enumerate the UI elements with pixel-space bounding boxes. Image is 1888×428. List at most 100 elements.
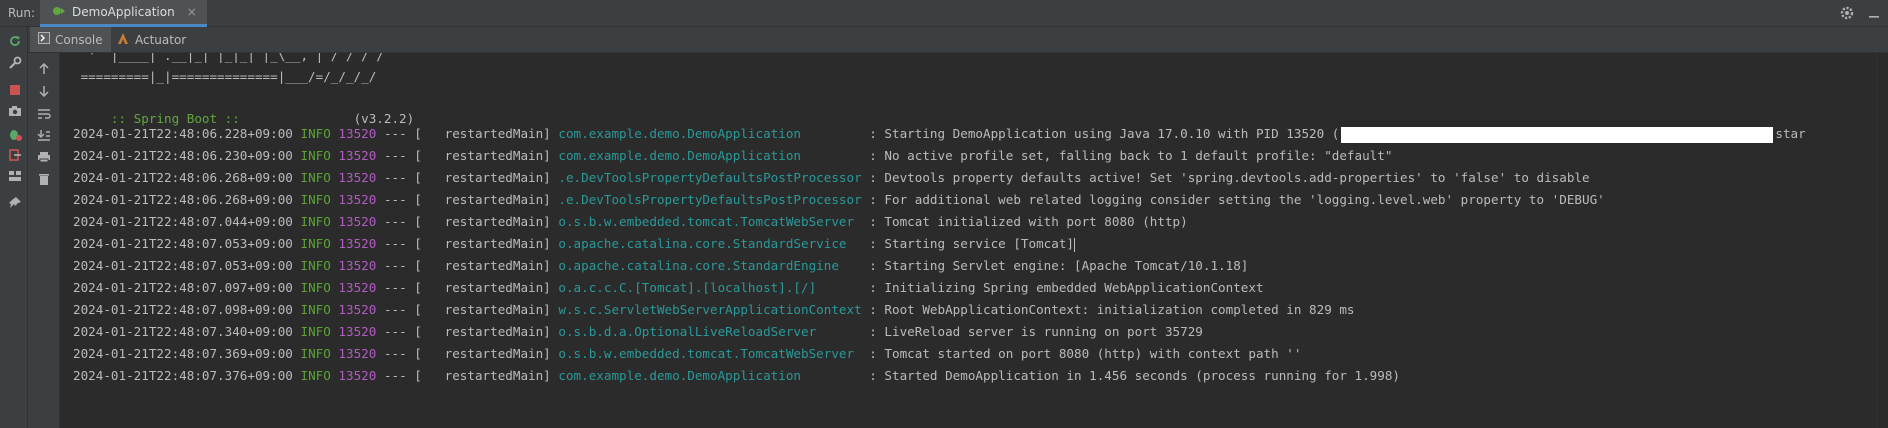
log-thread: restartedMain] <box>429 236 551 251</box>
run-toolwindow-header: Run: DemoApplication × <box>0 0 1888 27</box>
log-logger: com.example.demo.DemoApplication <box>558 368 862 383</box>
banner-line: ' |____| .__|_| |_|_| |_\__, | / / / / <box>73 53 384 63</box>
tab-console[interactable]: Console <box>30 27 111 52</box>
log-message: : Started DemoApplication in 1.456 secon… <box>869 368 1401 383</box>
log-message: : Devtools property defaults active! Set… <box>869 170 1590 185</box>
log-timestamp: 2024-01-21T22:48:06.228+09:00 <box>73 126 293 141</box>
log-message: : Root WebApplicationContext: initializa… <box>869 302 1355 317</box>
log-thread: restartedMain] <box>429 170 551 185</box>
log-message: : Starting service [Tomcat] <box>869 236 1074 251</box>
exit-icon[interactable] <box>7 147 23 163</box>
log-thread: restartedMain] <box>429 280 551 295</box>
log-separator: --- [ <box>383 192 422 207</box>
log-pid: 13520 <box>338 368 377 383</box>
log-line: 2024-01-21T22:48:06.268+09:00 INFO 13520… <box>73 167 1590 189</box>
log-logger: w.s.c.ServletWebServerApplicationContext <box>558 302 862 317</box>
log-logger: com.example.demo.DemoApplication <box>558 148 862 163</box>
console-output[interactable]: ' |____| .__|_| |_|_| |_\__, | / / / / =… <box>60 53 1886 428</box>
log-separator: --- [ <box>383 280 422 295</box>
scroll-to-end-icon[interactable] <box>36 127 52 143</box>
run-tab-demoapplication[interactable]: DemoApplication × <box>40 0 207 27</box>
log-logger: o.apache.catalina.core.StandardEngine <box>558 258 862 273</box>
log-level: INFO <box>300 236 331 251</box>
log-pid: 13520 <box>338 346 377 361</box>
log-thread: restartedMain] <box>429 258 551 273</box>
log-pid: 13520 <box>338 192 377 207</box>
log-level: INFO <box>300 170 331 185</box>
pin-icon[interactable] <box>7 195 23 211</box>
log-logger: com.example.demo.DemoApplication <box>558 126 862 141</box>
layout-icon[interactable] <box>7 168 23 184</box>
log-logger: o.s.b.d.a.OptionalLiveReloadServer <box>558 324 862 339</box>
log-pid: 13520 <box>338 280 377 295</box>
log-level: INFO <box>300 346 331 361</box>
log-thread: restartedMain] <box>429 148 551 163</box>
log-logger: o.a.c.c.C.[Tomcat].[localhost].[/] <box>558 280 862 295</box>
log-pid: 13520 <box>338 258 377 273</box>
log-timestamp: 2024-01-21T22:48:07.098+09:00 <box>73 302 293 317</box>
log-timestamp: 2024-01-21T22:48:07.053+09:00 <box>73 258 293 273</box>
log-message: : Tomcat started on port 8080 (http) wit… <box>869 346 1302 361</box>
redacted-path <box>1341 126 1774 143</box>
console-side-toolbar <box>28 53 60 428</box>
log-timestamp: 2024-01-21T22:48:07.369+09:00 <box>73 346 293 361</box>
minimize-icon[interactable] <box>1868 5 1880 24</box>
log-logger: o.s.b.w.embedded.tomcat.TomcatWebServer <box>558 346 862 361</box>
log-level: INFO <box>300 302 331 317</box>
log-thread: restartedMain] <box>429 346 551 361</box>
log-message: : Starting Servlet engine: [Apache Tomca… <box>869 258 1249 273</box>
stop-icon[interactable] <box>7 82 23 98</box>
run-label: Run: <box>8 6 36 20</box>
tab-console-label: Console <box>55 32 103 47</box>
log-separator: --- [ <box>383 324 422 339</box>
actuator-icon <box>116 32 130 48</box>
wrench-icon[interactable] <box>7 55 23 71</box>
log-message: : No active profile set, falling back to… <box>869 148 1393 163</box>
log-level: INFO <box>300 214 331 229</box>
print-icon[interactable] <box>36 149 52 165</box>
rerun-icon[interactable] <box>7 33 23 49</box>
soft-wrap-icon[interactable] <box>36 106 52 122</box>
debug-bug-icon[interactable] <box>7 126 23 142</box>
log-level: INFO <box>300 126 331 141</box>
log-thread: restartedMain] <box>429 126 551 141</box>
run-left-toolbar <box>0 27 28 428</box>
log-message-tail: star <box>1775 126 1806 141</box>
log-line: 2024-01-21T22:48:07.369+09:00 INFO 13520… <box>73 343 1301 365</box>
log-timestamp: 2024-01-21T22:48:06.268+09:00 <box>73 192 293 207</box>
log-timestamp: 2024-01-21T22:48:07.097+09:00 <box>73 280 293 295</box>
log-line: 2024-01-21T22:48:07.098+09:00 INFO 13520… <box>73 299 1355 321</box>
log-level: INFO <box>300 192 331 207</box>
log-level: INFO <box>300 368 331 383</box>
log-thread: restartedMain] <box>429 192 551 207</box>
scroll-down-icon[interactable] <box>36 83 52 99</box>
camera-icon[interactable] <box>7 103 23 119</box>
console-icon <box>38 32 50 47</box>
gear-icon[interactable] <box>1840 5 1854 24</box>
log-pid: 13520 <box>338 148 377 163</box>
log-logger: .e.DevToolsPropertyDefaultsPostProcessor <box>558 170 862 185</box>
log-pid: 13520 <box>338 126 377 141</box>
log-line: 2024-01-21T22:48:07.053+09:00 INFO 13520… <box>73 233 1075 255</box>
log-thread: restartedMain] <box>429 368 551 383</box>
log-separator: --- [ <box>383 126 422 141</box>
log-separator: --- [ <box>383 346 422 361</box>
log-pid: 13520 <box>338 170 377 185</box>
vertical-scrollbar[interactable] <box>1876 53 1888 428</box>
log-pid: 13520 <box>338 236 377 251</box>
log-level: INFO <box>300 324 331 339</box>
log-line: 2024-01-21T22:48:07.053+09:00 INFO 13520… <box>73 255 1248 277</box>
log-message: : Starting DemoApplication using Java 17… <box>869 126 1340 141</box>
log-separator: --- [ <box>383 258 422 273</box>
scroll-up-icon[interactable] <box>36 61 52 77</box>
banner-line: =========|_|==============|___/=/_/_/_/ <box>73 69 377 84</box>
close-icon[interactable]: × <box>187 5 197 19</box>
trash-icon[interactable] <box>36 171 52 187</box>
log-separator: --- [ <box>383 302 422 317</box>
log-pid: 13520 <box>338 324 377 339</box>
log-separator: --- [ <box>383 368 422 383</box>
log-logger: .e.DevToolsPropertyDefaultsPostProcessor <box>558 192 862 207</box>
log-separator: --- [ <box>383 170 422 185</box>
tab-actuator[interactable]: Actuator <box>108 27 194 52</box>
log-thread: restartedMain] <box>429 214 551 229</box>
